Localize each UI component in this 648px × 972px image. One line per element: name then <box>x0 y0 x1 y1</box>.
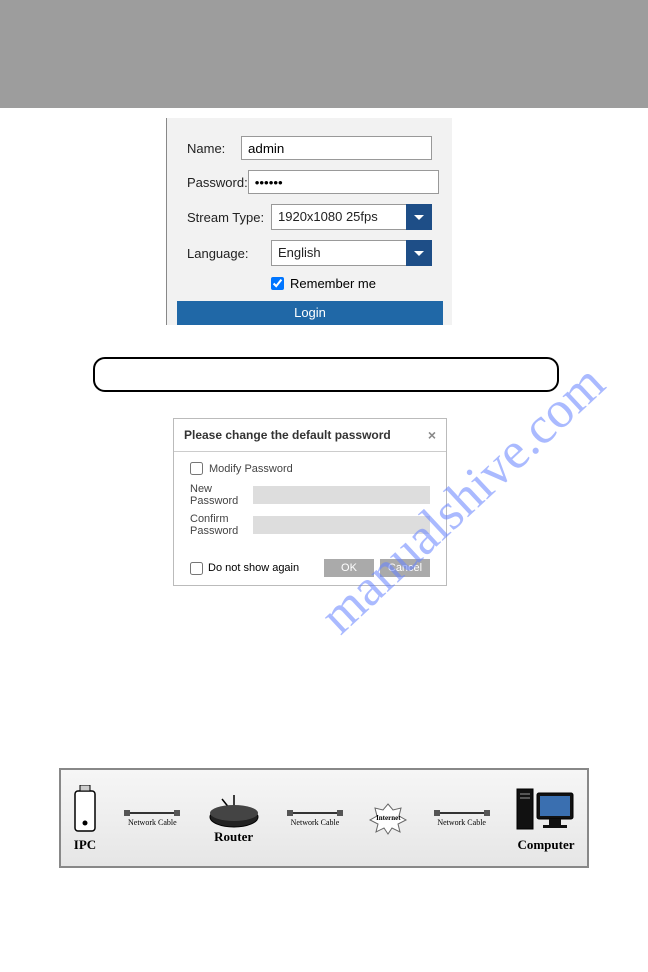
name-input[interactable] <box>241 136 432 160</box>
computer-device: Computer <box>515 785 577 853</box>
chevron-down-icon[interactable] <box>406 240 432 266</box>
cable-link-2: Network Cable <box>291 812 340 827</box>
stream-type-select[interactable]: 1920x1080 25fps <box>271 204 432 230</box>
remember-me-label: Remember me <box>290 276 376 291</box>
modal-title-text: Please change the default password <box>184 428 391 442</box>
cable-label: Network Cable <box>291 818 340 827</box>
new-password-input[interactable] <box>253 486 430 504</box>
cable-label: Network Cable <box>437 818 486 827</box>
new-password-label: New Password <box>190 483 253 507</box>
stream-type-label: Stream Type: <box>187 210 271 225</box>
router-label: Router <box>214 829 253 845</box>
header-banner <box>0 0 648 108</box>
language-label: Language: <box>187 246 271 261</box>
cable-link-1: Network Cable <box>128 812 177 827</box>
language-value: English <box>271 240 406 266</box>
ipc-device: IPC <box>71 785 99 853</box>
cable-label: Network Cable <box>128 818 177 827</box>
ipc-label: IPC <box>74 837 96 853</box>
stream-type-value: 1920x1080 25fps <box>271 204 406 230</box>
cable-link-3: Network Cable <box>437 812 486 827</box>
name-label: Name: <box>187 141 241 156</box>
cancel-button[interactable]: Cancel <box>380 559 430 577</box>
internet-label: Internet <box>368 814 408 822</box>
modify-password-label: Modify Password <box>209 463 293 475</box>
chevron-down-icon[interactable] <box>406 204 432 230</box>
computer-label: Computer <box>517 837 574 853</box>
remember-me-checkbox[interactable] <box>271 277 284 290</box>
confirm-password-input[interactable] <box>253 516 430 534</box>
confirm-password-label: Confirm Password <box>190 513 253 537</box>
login-button[interactable]: Login <box>177 301 443 325</box>
language-select[interactable]: English <box>271 240 432 266</box>
login-panel: Name: Password: Stream Type: 1920x1080 2… <box>166 118 452 325</box>
router-device: Router <box>206 793 262 845</box>
close-icon[interactable]: × <box>428 427 436 443</box>
do-not-show-label: Do not show again <box>208 562 299 574</box>
change-password-modal: Please change the default password × Mod… <box>173 418 447 586</box>
do-not-show-checkbox[interactable] <box>190 562 203 575</box>
password-input[interactable] <box>248 170 439 194</box>
network-diagram: IPC Network Cable Router Network Cable I… <box>59 768 589 868</box>
internet-cloud: Internet <box>368 802 408 836</box>
ok-button[interactable]: OK <box>324 559 374 577</box>
password-label: Password: <box>187 175 248 190</box>
modify-password-checkbox[interactable] <box>190 462 203 475</box>
empty-callout-box <box>93 357 559 392</box>
